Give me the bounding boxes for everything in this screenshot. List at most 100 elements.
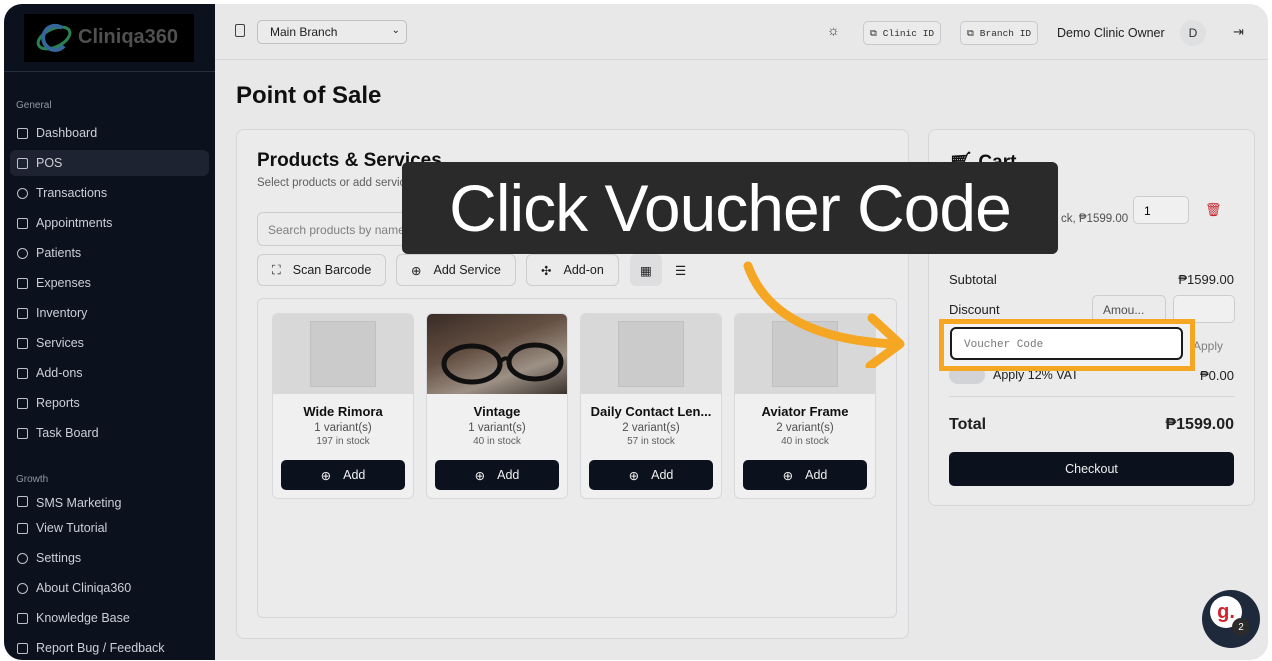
product-stock: 197 in stock <box>316 436 370 447</box>
add-service-button[interactable]: ⊕ Add Service <box>396 254 516 286</box>
placeholder-logo-icon <box>618 321 684 387</box>
logout-icon[interactable]: ⇥ <box>1233 24 1244 40</box>
product-variants: 2 variant(s) <box>776 422 834 434</box>
total-row: Total ₱1599.00 <box>949 416 1234 433</box>
product-card[interactable]: Daily Contact Len... 2 variant(s) 57 in … <box>580 313 722 499</box>
sidebar-item-knowledge-base[interactable]: Knowledge Base <box>10 605 209 631</box>
scan-barcode-button[interactable]: ⛶ Scan Barcode <box>257 254 387 286</box>
sidebar-item-about[interactable]: About Cliniqa360 <box>10 575 209 601</box>
product-stock: 40 in stock <box>473 436 521 447</box>
subtotal-row: Subtotal ₱1599.00 <box>949 272 1234 287</box>
product-variants: 1 variant(s) <box>468 422 526 434</box>
plus-circle-icon: ⊕ <box>411 263 422 278</box>
topbar: Main Branch ⌄ ☼ ⧉ Clinic ID ⧉ Branch ID De… <box>215 4 1268 60</box>
logo[interactable]: Cliniqa360 <box>24 13 194 62</box>
sidebar-item-inventory[interactable]: Inventory <box>10 300 209 326</box>
checkout-button[interactable]: Checkout <box>949 452 1234 486</box>
section-general: General <box>16 100 52 111</box>
clipboard-icon <box>17 427 28 439</box>
sidebar-item-expenses[interactable]: Expenses <box>10 270 209 296</box>
product-image <box>273 314 413 394</box>
sidebar-item-settings[interactable]: Settings <box>10 545 209 571</box>
placeholder-logo-icon <box>310 321 376 387</box>
add-product-button[interactable]: ⊕ Add <box>281 460 405 490</box>
sidebar-item-report-bug[interactable]: Report Bug / Feedback <box>10 635 209 660</box>
bar-chart-icon <box>17 397 28 409</box>
dashboard-icon <box>17 127 28 139</box>
product-card[interactable]: Wide Rimora 1 variant(s) 197 in stock ⊕ A… <box>272 313 414 499</box>
logo-text: Cliniqa360 <box>78 26 179 48</box>
chat-notification-badge: 2 <box>1232 618 1250 636</box>
boxes-icon <box>17 307 28 319</box>
sidebar-item-view-tutorial[interactable]: View Tutorial <box>10 515 209 541</box>
vat-value: ₱0.00 <box>1200 368 1234 383</box>
pos-icon <box>17 157 28 169</box>
apply-voucher-button[interactable]: Apply <box>1193 339 1223 353</box>
graduation-cap-icon <box>17 522 28 534</box>
book-icon <box>17 612 28 624</box>
sidebar-item-transactions[interactable]: Transactions <box>10 180 209 206</box>
add-product-button[interactable]: ⊕ Add <box>589 460 713 490</box>
building-icon <box>235 24 245 37</box>
sidebar-item-dashboard[interactable]: Dashboard <box>10 120 209 146</box>
sidebar-item-task-board[interactable]: Task Board <box>10 420 209 446</box>
add-product-button[interactable]: ⊕ Add <box>435 460 559 490</box>
app-frame: Cliniqa360 General Dashboard POS Transac… <box>4 4 1268 660</box>
copy-icon: ⧉ <box>870 27 877 39</box>
product-name: Aviator Frame <box>761 404 849 419</box>
product-name: Wide Rimora <box>303 404 383 419</box>
history-icon <box>17 187 28 199</box>
trash-icon[interactable]: 🗑︎ <box>1205 202 1222 218</box>
add-on-button[interactable]: ✣ Add-on <box>526 254 619 286</box>
tutorial-arrow-icon <box>743 261 905 368</box>
voucher-code-input[interactable]: Voucher Code <box>950 327 1183 360</box>
wallet-icon <box>17 277 28 289</box>
product-variants: 1 variant(s) <box>314 422 372 434</box>
copy-icon: ⧉ <box>967 27 974 39</box>
cart-item-description: ck, ₱1599.00 <box>1061 213 1129 225</box>
info-icon <box>17 582 28 594</box>
clinic-id-button[interactable]: ⧉ Clinic ID <box>863 21 942 45</box>
divider <box>949 396 1234 397</box>
sidebar-item-pos[interactable]: POS <box>10 150 209 176</box>
users-icon <box>17 247 28 259</box>
product-card[interactable]: Vintage 1 variant(s) 40 in stock ⊕ Add <box>426 313 568 499</box>
grid-icon: ▦ <box>640 263 652 278</box>
add-product-button[interactable]: ⊕ Add <box>743 460 867 490</box>
sidebar: Cliniqa360 General Dashboard POS Transac… <box>4 4 215 660</box>
list-view-button[interactable]: ☰ <box>667 254 694 286</box>
chevron-down-icon: ⌄ <box>391 25 400 36</box>
scan-icon: ⛶ <box>272 262 281 277</box>
plus-circle-icon: ⊕ <box>320 468 332 483</box>
message-icon <box>17 496 28 507</box>
product-stock: 40 in stock <box>781 436 829 447</box>
glasses-photo <box>441 342 564 385</box>
plus-circle-icon: ⊕ <box>628 468 640 483</box>
branch-select[interactable]: Main Branch ⌄ <box>257 20 407 44</box>
sun-icon[interactable]: ☼ <box>827 22 840 38</box>
logo-area: Cliniqa360 <box>4 4 215 72</box>
quantity-input[interactable]: 1 <box>1133 196 1189 224</box>
plus-circle-icon: ⊕ <box>474 468 486 483</box>
sidebar-item-services[interactable]: Services <box>10 330 209 356</box>
tutorial-banner: Click Voucher Code <box>402 162 1058 254</box>
product-name: Daily Contact Len... <box>590 404 712 419</box>
services-icon <box>17 337 28 349</box>
page-title: Point of Sale <box>236 82 382 109</box>
grid-view-button[interactable]: ▦ <box>630 254 662 286</box>
sidebar-item-patients[interactable]: Patients <box>10 240 209 266</box>
sidebar-item-appointments[interactable]: Appointments <box>10 210 209 236</box>
bug-icon <box>17 642 28 654</box>
product-stock: 57 in stock <box>627 436 675 447</box>
product-image <box>427 314 567 394</box>
sidebar-item-reports[interactable]: Reports <box>10 390 209 416</box>
branch-id-button[interactable]: ⧉ Branch ID <box>960 21 1039 45</box>
section-growth: Growth <box>16 474 49 485</box>
avatar[interactable]: D <box>1180 20 1206 46</box>
list-icon: ☰ <box>675 263 687 278</box>
puzzle-icon: ✣ <box>541 263 552 278</box>
gear-icon <box>17 552 28 564</box>
sidebar-item-addons[interactable]: Add-ons <box>10 360 209 386</box>
sidebar-item-sms-marketing[interactable]: SMS Marketing <box>10 496 209 510</box>
owner-name: Demo Clinic Owner <box>1057 26 1165 40</box>
